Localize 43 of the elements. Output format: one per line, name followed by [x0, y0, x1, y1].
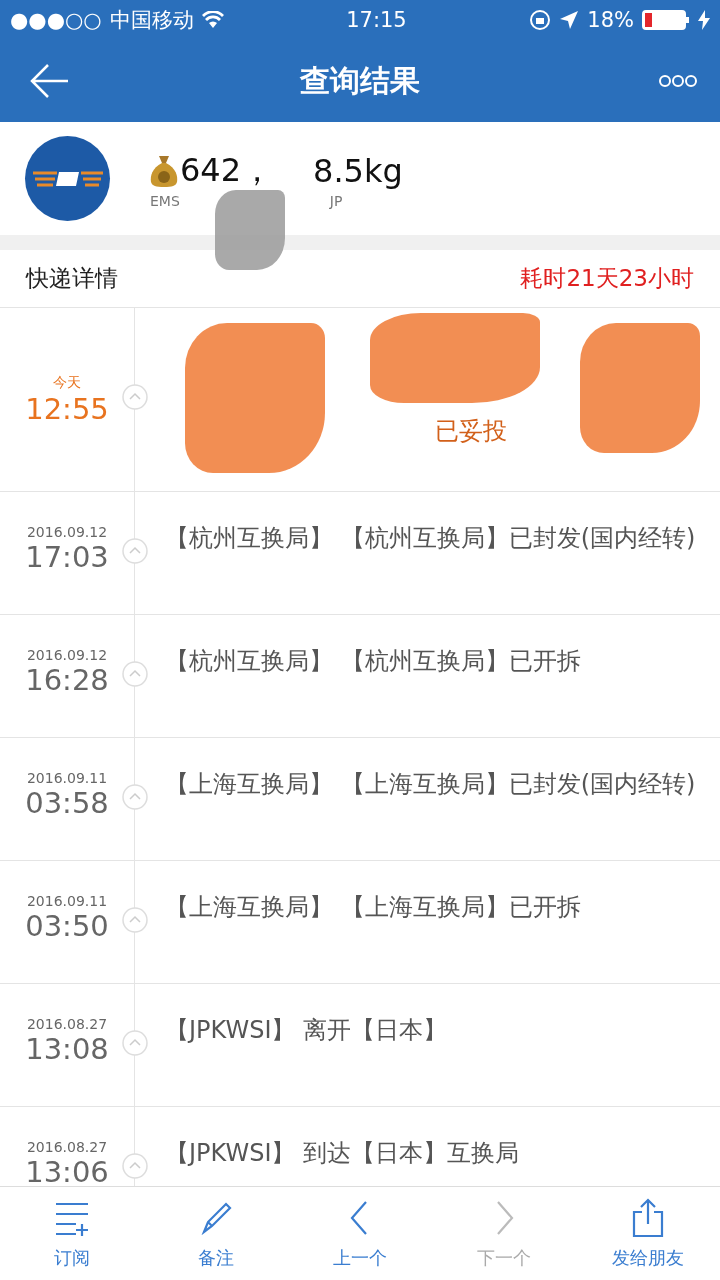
event-description: 【JPKWSI】 到达【日本】互换局	[165, 1138, 521, 1169]
event-description: 【JPKWSI】 离开【日本】	[165, 1015, 449, 1046]
signal-strength: ●●●○○	[10, 8, 102, 32]
package-weight: 8.5kg	[313, 151, 403, 190]
event-description: 【杭州互换局】 【杭州互换局】已开拆	[165, 646, 582, 677]
event-date: 2016.09.11	[26, 770, 108, 786]
event-time: 13:06	[25, 1155, 109, 1186]
event-time: 13:08	[25, 1032, 109, 1066]
event-date: 2016.09.12	[26, 647, 108, 663]
charging-bolt-icon	[698, 10, 710, 30]
toolbar-button[interactable]: 订阅	[17, 1197, 127, 1270]
tracking-number: JP	[329, 192, 343, 209]
carrier-name: 中国移动	[109, 7, 194, 34]
event-description: 【上海互换局】 【上海互换局】已开拆	[165, 892, 582, 923]
event-date: 2016.08.27	[26, 1016, 108, 1032]
battery-percent: 18%	[587, 8, 634, 32]
location-arrow-icon	[559, 10, 580, 30]
event-description: 【杭州互换局】 【杭州互换局】已封发(国内经转)	[165, 523, 697, 554]
event-description: 【上海互换局】 【上海互换局】已封发(国内经转)	[165, 769, 697, 800]
event-time: 03:58	[25, 786, 109, 820]
status-time: 17:15	[346, 8, 407, 32]
event-date: 2016.09.11	[26, 893, 108, 909]
elapsed-time: 耗时21天23小时	[520, 264, 694, 293]
rotation-lock-icon	[529, 9, 552, 31]
money-bag-icon	[150, 153, 178, 188]
event-time: 03:50	[25, 909, 109, 943]
battery-icon	[642, 10, 690, 30]
tracking-number: EMS	[150, 192, 180, 209]
event-time: 12:55	[25, 391, 109, 426]
toolbar-button[interactable]: 上一个	[305, 1197, 415, 1270]
back-arrow-icon[interactable]	[30, 63, 70, 99]
more-options-icon[interactable]	[658, 74, 698, 88]
section-title: 快递详情	[26, 264, 118, 293]
event-date: 2016.08.27	[26, 1139, 108, 1155]
event-time: 16:28	[25, 663, 109, 697]
event-time: 17:03	[25, 540, 109, 574]
toolbar-button[interactable]: 备注	[161, 1197, 271, 1270]
wifi-icon	[201, 11, 224, 29]
toolbar-button[interactable]: 发给朋友	[593, 1197, 703, 1270]
package-price: 642，	[180, 149, 274, 191]
event-date: 2016.09.12	[26, 524, 108, 540]
event-date: 今天	[53, 373, 81, 392]
page-title: 查询结果	[300, 61, 420, 100]
